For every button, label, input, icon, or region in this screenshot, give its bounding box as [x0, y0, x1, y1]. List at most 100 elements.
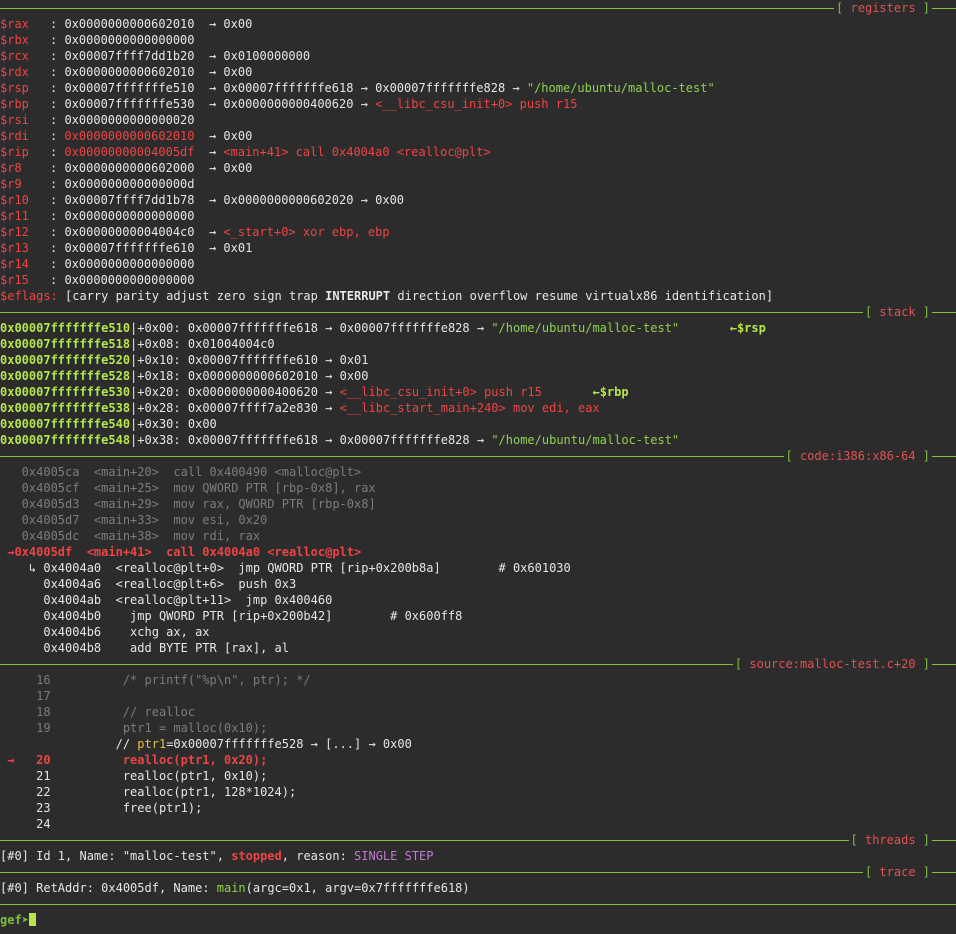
trace-title: trace — [879, 865, 916, 879]
register-value: 0x000000000000000d — [64, 177, 195, 191]
code-title: code:i386:x86-64 — [799, 449, 916, 463]
code-line[interactable]: ↳ 0x4004a0 <realloc@plt+0> jmp QWORD PTR… — [0, 560, 956, 576]
register-row[interactable]: $rip: 0x00000000004005df → <main+41> cal… — [0, 144, 956, 160]
register-deref: "/home/ubuntu/malloc-test" — [526, 81, 715, 95]
register-value: 0x0000000000000000 — [64, 257, 195, 271]
register-value: 0x00007ffff7dd1b20 — [64, 49, 195, 63]
stack-row[interactable]: 0x00007fffffffe538|+0x28: 0x00007ffff7a2… — [0, 400, 956, 416]
register-chain: → 0x00 — [208, 129, 253, 143]
register-value: 0x00007fffffffe530 — [64, 97, 195, 111]
stack-panel: 0x00007fffffffe510|+0x00: 0x00007fffffff… — [0, 320, 956, 448]
code-line[interactable]: 0x4005cf <main+25> mov QWORD PTR [rbp-0x… — [0, 480, 956, 496]
register-row[interactable]: $rcx: 0x00007ffff7dd1b20 → 0x0100000000 — [0, 48, 956, 64]
stack-row[interactable]: 0x00007fffffffe530|+0x20: 0x000000000040… — [0, 384, 956, 400]
code-line[interactable]: 0x4004a6 <realloc@plt+6> push 0x3 — [0, 576, 956, 592]
source-line[interactable]: 24 — [0, 816, 956, 832]
stack-value: 0x00007fffffffe618 → 0x00007fffffffe828 … — [187, 321, 492, 335]
code-line[interactable]: →0x4005df <main+41> call 0x4004a0 <reall… — [0, 544, 956, 560]
stack-address: 0x00007fffffffe510 — [0, 321, 131, 335]
source-line[interactable]: 19 ptr1 = malloc(0x10); — [0, 720, 956, 736]
code-separator: [ code:i386:x86-64 ] — [0, 448, 956, 464]
register-value: 0x0000000000000000 — [64, 273, 195, 287]
register-row[interactable]: $rax: 0x0000000000602010 → 0x00 — [0, 16, 956, 32]
register-value: 0x00000000004005df — [64, 145, 195, 159]
register-chain: → 0x0100000000 — [208, 49, 311, 63]
register-name: $rdi — [0, 129, 29, 143]
threads-title: threads — [864, 833, 916, 847]
register-name: $r11 — [0, 209, 29, 223]
register-row[interactable]: $r11: 0x0000000000000000 — [0, 208, 956, 224]
source-line[interactable]: 23 free(ptr1); — [0, 800, 956, 816]
register-name: $rbx — [0, 33, 29, 47]
register-chain: → 0x00 — [208, 17, 253, 31]
stack-deref: <__libc_start_main+240> mov edi, eax — [339, 401, 600, 415]
stack-offset: +0x38: — [137, 433, 181, 447]
thread-row[interactable]: [#0] Id 1, Name: "malloc-test", stopped,… — [0, 848, 956, 864]
command-prompt[interactable]: gef➤ — [0, 912, 956, 928]
code-line[interactable]: 0x4004ab <realloc@plt+11> jmp 0x400460 — [0, 592, 956, 608]
register-value: 0x0000000000602010 — [64, 17, 195, 31]
register-value: 0x0000000000000020 — [64, 113, 195, 127]
stack-value: 0x00007fffffffe618 → 0x00007fffffffe828 … — [187, 433, 492, 447]
code-line[interactable]: 0x4004b6 xchg ax, ax — [0, 624, 956, 640]
register-chain: → — [208, 225, 224, 239]
source-line[interactable]: 16 /* printf("%p\n", ptr); */ — [0, 672, 956, 688]
source-title: source:malloc-test.c+20 — [749, 657, 916, 671]
stack-row[interactable]: 0x00007fffffffe528|+0x18: 0x000000000060… — [0, 368, 956, 384]
register-row[interactable]: $r12: 0x00000000004004c0 → <_start+0> xo… — [0, 224, 956, 240]
source-line[interactable]: 18 // realloc — [0, 704, 956, 720]
stack-offset: +0x18: — [137, 369, 181, 383]
register-row[interactable]: $r8: 0x0000000000602000 → 0x00 — [0, 160, 956, 176]
register-chain: → 0x0000000000602020 → 0x00 — [208, 193, 405, 207]
register-chain: → 0x00 — [208, 65, 253, 79]
stack-row[interactable]: 0x00007fffffffe540|+0x30: 0x00 — [0, 416, 956, 432]
register-row[interactable]: $rbx: 0x0000000000000000 — [0, 32, 956, 48]
register-value: 0x00007fffffffe610 — [64, 241, 195, 255]
register-value: 0x0000000000602010 — [64, 129, 195, 143]
register-value: 0x00007fffffffe510 — [64, 81, 195, 95]
stack-address: 0x00007fffffffe548 — [0, 433, 131, 447]
source-line[interactable]: 22 realloc(ptr1, 128*1024); — [0, 784, 956, 800]
stack-row[interactable]: 0x00007fffffffe520|+0x10: 0x00007fffffff… — [0, 352, 956, 368]
code-line[interactable]: 0x4004b8 add BYTE PTR [rax], al — [0, 640, 956, 656]
code-line[interactable]: 0x4004b0 jmp QWORD PTR [rip+0x200b42] # … — [0, 608, 956, 624]
code-line[interactable]: 0x4005ca <main+20> call 0x400490 <malloc… — [0, 464, 956, 480]
stack-offset: +0x08: — [137, 337, 181, 351]
register-row[interactable]: $rdx: 0x0000000000602010 → 0x00 — [0, 64, 956, 80]
source-var-annotation: // ptr1=0x00007fffffffe528 → [...] → 0x0… — [0, 737, 412, 751]
register-chain: → 0x0000000000400620 → — [208, 97, 376, 111]
code-line[interactable]: 0x4005dc <main+38> mov rdi, rax — [0, 528, 956, 544]
register-row[interactable]: $r13: 0x00007fffffffe610 → 0x01 — [0, 240, 956, 256]
register-row[interactable]: $r9: 0x000000000000000d — [0, 176, 956, 192]
register-row[interactable]: $rbp: 0x00007fffffffe530 → 0x00000000004… — [0, 96, 956, 112]
stack-row[interactable]: 0x00007fffffffe518|+0x08: 0x01004004c0 — [0, 336, 956, 352]
source-line[interactable]: 17 — [0, 688, 956, 704]
register-value: 0x0000000000602000 — [64, 161, 195, 175]
register-value: 0x0000000000000000 — [64, 209, 195, 223]
prompt-label: gef➤ — [0, 913, 29, 927]
stack-offset: +0x00: — [137, 321, 181, 335]
stack-address: 0x00007fffffffe520 — [0, 353, 131, 367]
code-line[interactable]: 0x4005d7 <main+33> mov esi, 0x20 — [0, 512, 956, 528]
register-chain: → 0x01 — [208, 241, 253, 255]
stack-deref: "/home/ubuntu/malloc-test" — [491, 321, 680, 335]
register-name: $rsp — [0, 81, 29, 95]
register-value: 0x00007ffff7dd1b78 — [64, 193, 195, 207]
register-value: 0x0000000000602010 — [64, 65, 195, 79]
trace-row[interactable]: [#0] RetAddr: 0x4005df, Name: main(argc=… — [0, 880, 956, 896]
source-line[interactable]: 21 realloc(ptr1, 0x10); — [0, 768, 956, 784]
register-row[interactable]: $rsp: 0x00007fffffffe510 → 0x00007ffffff… — [0, 80, 956, 96]
code-line[interactable]: 0x4005d3 <main+29> mov rax, QWORD PTR [r… — [0, 496, 956, 512]
stack-row[interactable]: 0x00007fffffffe510|+0x00: 0x00007fffffff… — [0, 320, 956, 336]
register-row[interactable]: $r10: 0x00007ffff7dd1b78 → 0x00000000006… — [0, 192, 956, 208]
stack-row[interactable]: 0x00007fffffffe548|+0x38: 0x00007fffffff… — [0, 432, 956, 448]
register-row[interactable]: $r14: 0x0000000000000000 — [0, 256, 956, 272]
register-row[interactable]: $rsi: 0x0000000000000020 — [0, 112, 956, 128]
register-row[interactable]: $rdi: 0x0000000000602010 → 0x00 — [0, 128, 956, 144]
eflags-row: $eflags: [carry parity adjust zero sign … — [0, 289, 774, 303]
source-line[interactable]: → 20 realloc(ptr1, 0x20); — [0, 752, 956, 768]
register-row[interactable]: $r15: 0x0000000000000000 — [0, 272, 956, 288]
stack-title: stack — [879, 305, 916, 319]
stack-address: 0x00007fffffffe518 — [0, 337, 131, 351]
stack-offset: +0x30: — [137, 417, 181, 431]
